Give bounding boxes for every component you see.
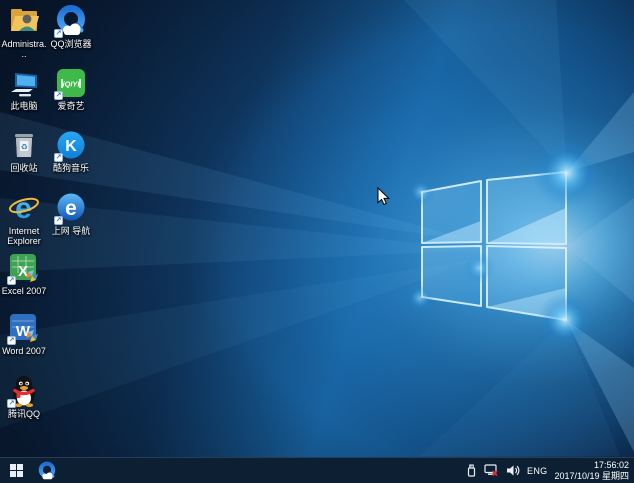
desktop-icon-label: 上网 导航 [52, 226, 91, 236]
windows-logo-icon [10, 464, 23, 477]
taskbar-clock[interactable]: 17:56:02 2017/10/19 星期四 [554, 460, 629, 481]
internet-explorer-icon: e [7, 191, 41, 225]
desktop-icon-this-pc[interactable]: 此电脑 [1, 66, 47, 111]
recycle-bin-icon: ♻ [7, 128, 41, 162]
shortcut-arrow-icon: ↗ [54, 29, 63, 38]
taskbar-qq-browser-button[interactable] [32, 458, 62, 483]
excel-icon: X ↗ [7, 251, 41, 285]
volume-icon[interactable] [506, 464, 520, 477]
word-icon: W ↗ [7, 311, 41, 345]
svg-text:e: e [65, 197, 77, 220]
qq-browser-icon [37, 461, 57, 481]
windows-desktop: Administra... ↗ QQ浏览器 [0, 0, 634, 483]
iqiyi-icon: iQIYI ↗ [54, 66, 88, 100]
desktop-icon-label: 腾讯QQ [8, 409, 40, 419]
desktop-icon-label: Administra... [1, 39, 47, 59]
language-indicator[interactable]: ENG [527, 466, 547, 476]
start-button[interactable] [0, 458, 32, 483]
desktop-icon-excel-2007[interactable]: X ↗ Excel 2007 [1, 251, 47, 296]
desktop-icon-label: 此电脑 [10, 101, 37, 111]
desktop-icon-label: Word 2007 [2, 346, 46, 356]
desktop-icon-label: 爱奇艺 [57, 101, 84, 111]
desktop-icon-label: Internet Explorer [1, 226, 47, 246]
svg-text:e: e [15, 192, 32, 225]
system-tray: ENG 17:56:02 2017/10/19 星期四 [466, 458, 634, 483]
desktop-icon-word-2007[interactable]: W ↗ Word 2007 [1, 311, 47, 356]
desktop-icon-kugou-music[interactable]: K ↗ 酷狗音乐 [48, 128, 94, 173]
web-navigation-icon: e ↗ [54, 191, 88, 225]
network-disconnected-icon[interactable] [484, 464, 499, 477]
computer-icon [7, 66, 41, 100]
desktop-icon-administrator[interactable]: Administra... [1, 4, 47, 59]
kugou-music-icon: K ↗ [54, 128, 88, 162]
windows-hero-logo [0, 0, 634, 483]
shortcut-arrow-icon: ↗ [54, 91, 63, 100]
desktop-icon-label: 回收站 [10, 163, 37, 173]
desktop-icon-internet-explorer[interactable]: e Internet Explorer [1, 191, 47, 246]
usb-device-icon[interactable] [466, 464, 477, 478]
desktop-icon-label: Excel 2007 [2, 286, 47, 296]
user-folder-icon [7, 4, 41, 38]
clock-time: 17:56:02 [594, 460, 629, 470]
desktop-icon-tencent-qq[interactable]: ↗ 腾讯QQ [1, 374, 47, 419]
shortcut-arrow-icon: ↗ [7, 276, 16, 285]
desktop-icon-recycle-bin[interactable]: ♻ 回收站 [1, 128, 47, 173]
qq-penguin-icon: ↗ [7, 374, 41, 408]
desktop-icon-web-navigation[interactable]: e ↗ 上网 导航 [48, 191, 94, 236]
shortcut-arrow-icon: ↗ [54, 216, 63, 225]
desktop-icon-label: 酷狗音乐 [53, 163, 89, 173]
qq-browser-icon: ↗ [54, 4, 88, 38]
shortcut-arrow-icon: ↗ [7, 336, 16, 345]
desktop-icon-label: QQ浏览器 [50, 39, 91, 49]
clock-date: 2017/10/19 星期四 [554, 471, 629, 481]
svg-text:♻: ♻ [21, 143, 28, 152]
svg-text:K: K [65, 138, 77, 155]
svg-text:iQIYI: iQIYI [63, 80, 81, 89]
shortcut-arrow-icon: ↗ [54, 153, 63, 162]
shortcut-arrow-icon: ↗ [7, 399, 16, 408]
taskbar: ENG 17:56:02 2017/10/19 星期四 [0, 457, 634, 483]
desktop-icon-qq-browser[interactable]: ↗ QQ浏览器 [48, 4, 94, 49]
svg-text:W: W [16, 323, 31, 340]
desktop-icon-iqiyi[interactable]: iQIYI ↗ 爱奇艺 [48, 66, 94, 111]
